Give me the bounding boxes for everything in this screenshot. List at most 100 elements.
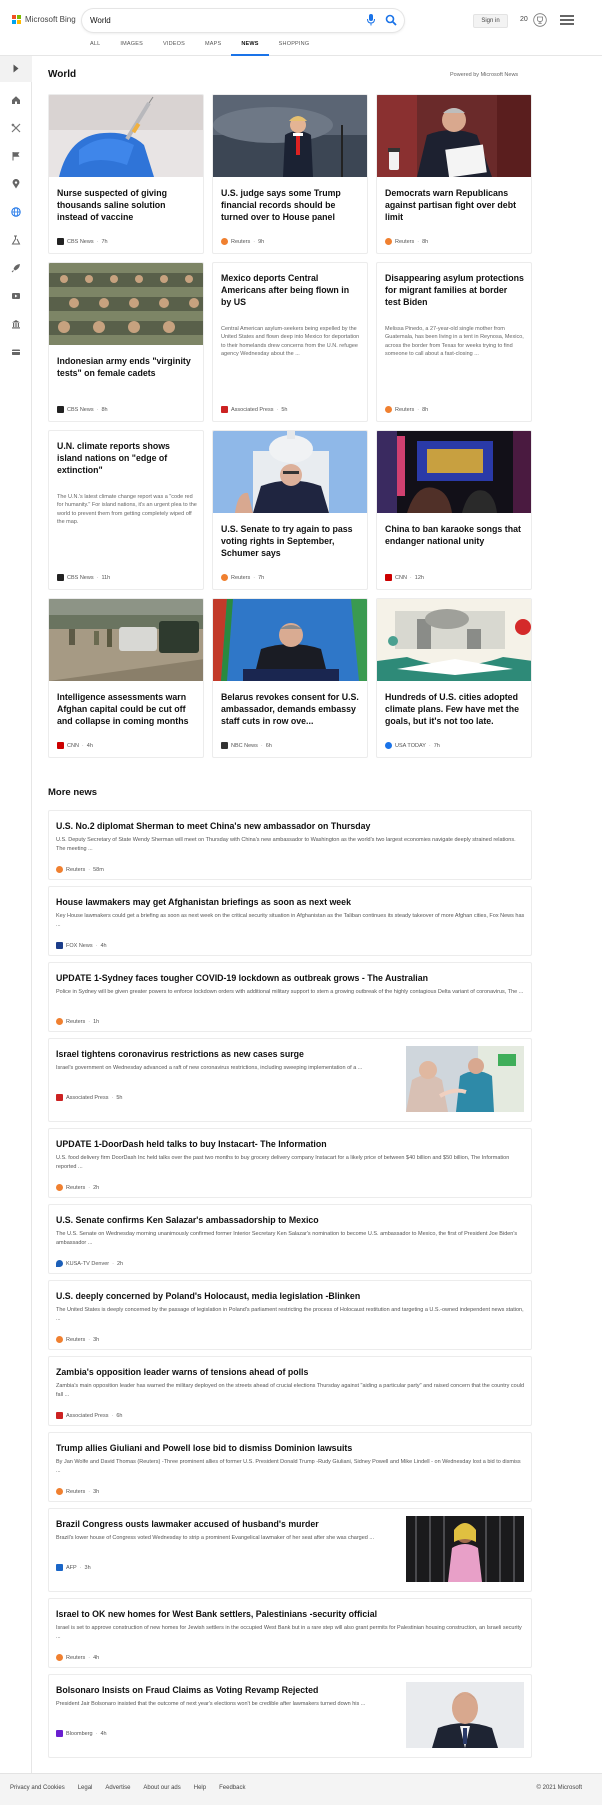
sports-icon[interactable] bbox=[11, 123, 21, 133]
news-card[interactable]: Nurse suspected of giving thousands sali… bbox=[48, 94, 204, 254]
card-title[interactable]: U.N. climate reports shows island nation… bbox=[57, 440, 197, 476]
card-title[interactable]: Nurse suspected of giving thousands sali… bbox=[57, 187, 197, 223]
news-source: Reuters · 1h bbox=[56, 1018, 99, 1025]
news-list-item[interactable]: Bolsonaro Insists on Fraud Claims as Vot… bbox=[48, 1674, 532, 1758]
news-list-item[interactable]: U.S. deeply concerned by Poland's Holoca… bbox=[48, 1280, 532, 1350]
tab-all[interactable]: ALL bbox=[80, 36, 110, 56]
footer-link-help[interactable]: Help bbox=[194, 1785, 206, 1791]
news-list-item[interactable]: UPDATE 1-DoorDash held talks to buy Inst… bbox=[48, 1128, 532, 1198]
news-title[interactable]: Zambia's opposition leader warns of tens… bbox=[56, 1367, 308, 1378]
card-title[interactable]: Hundreds of U.S. cities adopted climate … bbox=[385, 691, 525, 727]
source-name: CBS News bbox=[67, 406, 94, 413]
card-title[interactable]: Mexico deports Central Americans after b… bbox=[221, 272, 361, 308]
footer-link-about-ads[interactable]: About our ads bbox=[143, 1785, 180, 1791]
card-title[interactable]: Disappearing asylum protections for migr… bbox=[385, 272, 525, 308]
tab-news[interactable]: NEWS bbox=[231, 36, 269, 56]
card-title[interactable]: U.S. judge says some Trump financial rec… bbox=[221, 187, 361, 223]
news-snippet: Israel's government on Wednesday advance… bbox=[56, 1065, 363, 1071]
news-card[interactable]: U.S. judge says some Trump financial rec… bbox=[212, 94, 368, 254]
news-list-item[interactable]: Brazil Congress ousts lawmaker accused o… bbox=[48, 1508, 532, 1592]
card-image bbox=[213, 95, 367, 177]
tab-maps[interactable]: MAPS bbox=[195, 36, 231, 56]
search-input[interactable] bbox=[90, 13, 340, 28]
card-title[interactable]: China to ban karaoke songs that endanger… bbox=[385, 523, 525, 547]
sidebar-expand-button[interactable] bbox=[0, 56, 32, 82]
search-box[interactable] bbox=[82, 9, 404, 32]
news-source: Bloomberg · 4h bbox=[56, 1730, 107, 1737]
card-title[interactable]: Indonesian army ends "virginity tests" o… bbox=[57, 355, 197, 379]
news-list-item[interactable]: Zambia's opposition leader warns of tens… bbox=[48, 1356, 532, 1426]
reuters-logo-icon bbox=[56, 866, 63, 873]
card-icon[interactable] bbox=[11, 347, 21, 357]
menu-hamburger-icon[interactable] bbox=[560, 15, 574, 25]
news-card[interactable]: Belarus revokes consent for U.S. ambassa… bbox=[212, 598, 368, 758]
news-title[interactable]: UPDATE 1-DoorDash held talks to buy Inst… bbox=[56, 1139, 327, 1150]
cbs-logo-icon bbox=[57, 238, 64, 245]
card-image bbox=[49, 95, 203, 177]
flag-icon[interactable] bbox=[11, 151, 21, 161]
footer-link-legal[interactable]: Legal bbox=[78, 1785, 93, 1791]
rocket-icon[interactable] bbox=[11, 263, 21, 273]
powered-by-label[interactable]: Powered by Microsoft News bbox=[450, 72, 518, 78]
news-source: Associated Press · 6h bbox=[56, 1412, 122, 1419]
footer-link-privacy[interactable]: Privacy and Cookies bbox=[10, 1785, 65, 1791]
news-card[interactable]: U.N. climate reports shows island nation… bbox=[48, 430, 204, 590]
news-card[interactable]: Indonesian army ends "virginity tests" o… bbox=[48, 262, 204, 422]
timestamp: 9h bbox=[258, 238, 265, 245]
tab-shopping[interactable]: SHOPPING bbox=[269, 36, 320, 56]
news-card[interactable]: Disappearing asylum protections for migr… bbox=[376, 262, 532, 422]
sign-in-button[interactable]: Sign in bbox=[473, 14, 508, 28]
news-title[interactable]: UPDATE 1-Sydney faces tougher COVID-19 l… bbox=[56, 973, 428, 984]
footer-link-feedback[interactable]: Feedback bbox=[219, 1785, 245, 1791]
globe-icon[interactable] bbox=[11, 207, 21, 217]
card-title[interactable]: Belarus revokes consent for U.S. ambassa… bbox=[221, 691, 361, 727]
home-icon[interactable] bbox=[11, 95, 21, 105]
news-list-item[interactable]: U.S. Senate confirms Ken Salazar's ambas… bbox=[48, 1204, 532, 1274]
source-name: Reuters bbox=[66, 1488, 86, 1495]
rewards-trophy-icon[interactable] bbox=[533, 13, 547, 27]
timestamp: 8h bbox=[422, 238, 429, 245]
news-title[interactable]: U.S. No.2 diplomat Sherman to meet China… bbox=[56, 821, 370, 832]
news-title[interactable]: Israel tightens coronavirus restrictions… bbox=[56, 1049, 304, 1060]
news-snippet: Key House lawmakers could get a briefing… bbox=[56, 913, 525, 928]
bing-logo[interactable]: Microsoft Bing bbox=[12, 15, 76, 24]
news-title[interactable]: House lawmakers may get Afghanistan brie… bbox=[56, 897, 351, 908]
timestamp: 4h bbox=[100, 942, 107, 949]
card-image bbox=[213, 431, 367, 513]
location-icon[interactable] bbox=[11, 179, 21, 189]
rewards-count[interactable]: 20 bbox=[520, 16, 528, 23]
timestamp: 4h bbox=[86, 742, 93, 749]
tab-videos[interactable]: VIDEOS bbox=[153, 36, 195, 56]
card-title[interactable]: U.S. Senate to try again to pass voting … bbox=[221, 523, 361, 559]
card-title[interactable]: Democrats warn Republicans against parti… bbox=[385, 187, 525, 223]
card-title[interactable]: Intelligence assessments warn Afghan cap… bbox=[57, 691, 197, 727]
news-card[interactable]: Hundreds of U.S. cities adopted climate … bbox=[376, 598, 532, 758]
search-icon[interactable] bbox=[385, 14, 397, 26]
kusa-logo-icon bbox=[56, 1260, 63, 1267]
video-icon[interactable] bbox=[11, 291, 21, 301]
news-list-item[interactable]: Trump allies Giuliani and Powell lose bi… bbox=[48, 1432, 532, 1502]
source-name: AFP bbox=[66, 1564, 77, 1571]
microphone-icon[interactable] bbox=[366, 14, 376, 26]
money-icon[interactable] bbox=[11, 319, 21, 329]
news-card[interactable]: Intelligence assessments warn Afghan cap… bbox=[48, 598, 204, 758]
science-icon[interactable] bbox=[11, 235, 21, 245]
news-list-item[interactable]: U.S. No.2 diplomat Sherman to meet China… bbox=[48, 810, 532, 880]
news-title[interactable]: Trump allies Giuliani and Powell lose bi… bbox=[56, 1443, 352, 1454]
news-list-item[interactable]: Israel tightens coronavirus restrictions… bbox=[48, 1038, 532, 1122]
news-card[interactable]: U.S. Senate to try again to pass voting … bbox=[212, 430, 368, 590]
news-card[interactable]: Democrats warn Republicans against parti… bbox=[376, 94, 532, 254]
news-list-item[interactable]: Israel to OK new homes for West Bank set… bbox=[48, 1598, 532, 1668]
tab-images[interactable]: IMAGES bbox=[110, 36, 153, 56]
news-list-item[interactable]: UPDATE 1-Sydney faces tougher COVID-19 l… bbox=[48, 962, 532, 1032]
news-title[interactable]: Israel to OK new homes for West Bank set… bbox=[56, 1609, 377, 1620]
news-list-item[interactable]: House lawmakers may get Afghanistan brie… bbox=[48, 886, 532, 956]
news-card[interactable]: Mexico deports Central Americans after b… bbox=[212, 262, 368, 422]
footer-link-advertise[interactable]: Advertise bbox=[105, 1785, 130, 1791]
news-title[interactable]: Brazil Congress ousts lawmaker accused o… bbox=[56, 1519, 319, 1530]
news-title[interactable]: U.S. Senate confirms Ken Salazar's ambas… bbox=[56, 1215, 319, 1226]
news-title[interactable]: U.S. deeply concerned by Poland's Holoca… bbox=[56, 1291, 360, 1302]
news-title[interactable]: Bolsonaro Insists on Fraud Claims as Vot… bbox=[56, 1685, 318, 1696]
news-card[interactable]: China to ban karaoke songs that endanger… bbox=[376, 430, 532, 590]
news-snippet: Zambia's main opposition leader has warn… bbox=[56, 1383, 525, 1398]
